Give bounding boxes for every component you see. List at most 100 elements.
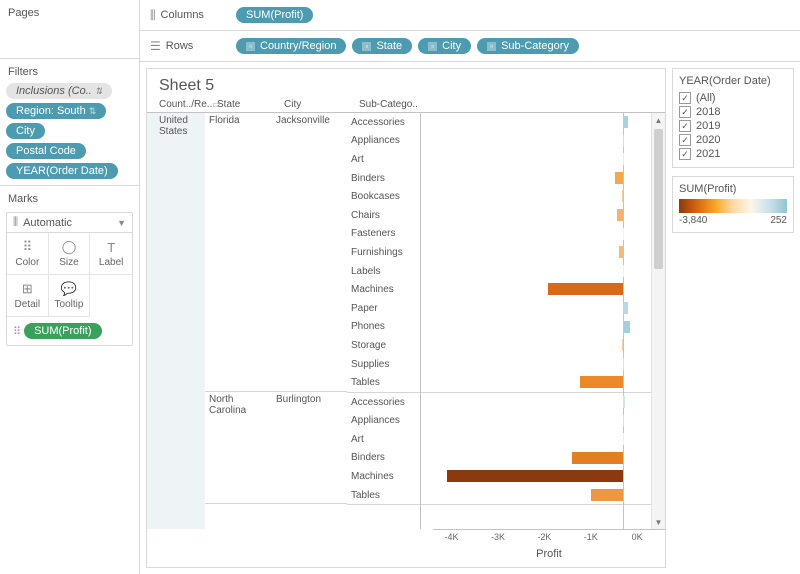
bar[interactable]: [615, 172, 624, 184]
year-checkbox-item[interactable]: ✓(All): [679, 91, 787, 105]
bar-row[interactable]: [421, 225, 651, 244]
subcat-label[interactable]: Chairs: [347, 206, 420, 225]
year-checkbox-item[interactable]: ✓2020: [679, 133, 787, 147]
checkbox-icon[interactable]: ✓: [679, 92, 691, 104]
bar-row[interactable]: [421, 150, 651, 169]
bar[interactable]: [622, 190, 623, 202]
bar-row[interactable]: [421, 412, 651, 431]
bar-row[interactable]: [421, 280, 651, 299]
subcat-label[interactable]: Phones: [347, 318, 420, 337]
subcat-label[interactable]: Accessories: [347, 393, 420, 412]
bar[interactable]: [623, 396, 624, 408]
bar-row[interactable]: [421, 486, 651, 505]
bar-row[interactable]: [421, 393, 651, 412]
scroll-thumb[interactable]: [654, 129, 663, 269]
subcat-label[interactable]: Machines: [347, 467, 420, 486]
bar-row[interactable]: [421, 113, 651, 132]
city-label[interactable]: Jacksonville: [272, 113, 347, 392]
scroll-down-icon[interactable]: ▼: [652, 515, 665, 529]
filter-pill[interactable]: Inclusions (Co..⇅: [6, 83, 112, 99]
bar[interactable]: [572, 452, 624, 464]
filter-pill[interactable]: Postal Code: [6, 143, 86, 159]
subcat-label[interactable]: Bookcases: [347, 187, 420, 206]
bar-row[interactable]: [421, 262, 651, 281]
bar-row[interactable]: [421, 132, 651, 151]
subcat-label[interactable]: Storage: [347, 336, 420, 355]
bar-row[interactable]: [421, 373, 651, 392]
bar-row[interactable]: [421, 169, 651, 188]
bar[interactable]: [622, 339, 624, 351]
x-tick: -1K: [584, 532, 598, 542]
subcat-label[interactable]: Furnishings: [347, 243, 420, 262]
row-pill[interactable]: ▫City: [418, 38, 471, 54]
row-pill[interactable]: ▫State: [352, 38, 412, 54]
row-pill[interactable]: ▫Sub-Category: [477, 38, 579, 54]
mark-detail[interactable]: ⊞Detail: [7, 275, 49, 317]
sheet-title[interactable]: Sheet 5: [147, 69, 665, 99]
color-ramp[interactable]: [679, 199, 787, 213]
bar-row[interactable]: [421, 299, 651, 318]
subcat-label[interactable]: Binders: [347, 169, 420, 188]
header-subcat[interactable]: Sub-Catego..: [359, 99, 665, 110]
bar[interactable]: [617, 209, 624, 221]
bar-row[interactable]: [421, 430, 651, 449]
year-checkbox-item[interactable]: ✓2018: [679, 105, 787, 119]
subcat-label[interactable]: Tables: [347, 373, 420, 392]
subcat-label[interactable]: Fasteners: [347, 225, 420, 244]
columns-pill[interactable]: SUM(Profit): [236, 7, 313, 23]
header-state[interactable]: State: [217, 99, 284, 110]
subcat-label[interactable]: Supplies: [347, 355, 420, 374]
mark-color[interactable]: ⠿Color: [7, 233, 49, 275]
bar[interactable]: [548, 283, 624, 295]
header-city[interactable]: City: [284, 99, 359, 110]
mark-label[interactable]: TLabel: [90, 233, 132, 275]
vertical-scrollbar[interactable]: ▲ ▼: [651, 113, 665, 529]
subcat-label[interactable]: Labels: [347, 262, 420, 281]
bar-row[interactable]: [421, 206, 651, 225]
bar[interactable]: [591, 489, 623, 501]
scroll-up-icon[interactable]: ▲: [652, 113, 665, 127]
marks-type-dropdown[interactable]: ⫼Automatic ▼: [7, 213, 132, 233]
subcat-label[interactable]: Accessories: [347, 113, 420, 132]
mark-size[interactable]: ◯Size: [49, 233, 91, 275]
year-checkbox-item[interactable]: ✓2019: [679, 119, 787, 133]
bar[interactable]: [580, 376, 624, 388]
mark-tooltip[interactable]: 💬Tooltip: [49, 275, 91, 317]
bar-row[interactable]: [421, 187, 651, 206]
bar[interactable]: [623, 321, 629, 333]
subcat-label[interactable]: Machines: [347, 280, 420, 299]
country-label[interactable]: United States: [147, 113, 205, 529]
bar-row[interactable]: [421, 243, 651, 262]
subcat-label[interactable]: Art: [347, 150, 420, 169]
subcat-label[interactable]: Art: [347, 430, 420, 449]
row-pill[interactable]: ▫Country/Region: [236, 38, 346, 54]
state-label[interactable]: North Carolina: [205, 392, 272, 504]
filter-pill[interactable]: City: [6, 123, 45, 139]
header-country[interactable]: Count../Re..▭: [159, 99, 217, 110]
bar-row[interactable]: [421, 449, 651, 468]
bar-row[interactable]: [421, 336, 651, 355]
subcat-label[interactable]: Binders: [347, 449, 420, 468]
bar-row[interactable]: [421, 355, 651, 374]
subcat-label[interactable]: Appliances: [347, 132, 420, 151]
filter-pill[interactable]: Region: South⇅: [6, 103, 106, 119]
subcat-label[interactable]: Paper: [347, 299, 420, 318]
bar-row[interactable]: [421, 318, 651, 337]
bar-row[interactable]: [421, 467, 651, 486]
bar[interactable]: [619, 246, 624, 258]
x-tick: -2K: [537, 532, 551, 542]
checkbox-icon[interactable]: ✓: [679, 134, 691, 146]
bar[interactable]: [447, 470, 624, 482]
checkbox-icon[interactable]: ✓: [679, 120, 691, 132]
year-checkbox-item[interactable]: ✓2021: [679, 147, 787, 161]
checkbox-icon[interactable]: ✓: [679, 106, 691, 118]
city-label[interactable]: Burlington: [272, 392, 347, 504]
subcat-label[interactable]: Tables: [347, 486, 420, 505]
subcat-label[interactable]: Appliances: [347, 412, 420, 431]
checkbox-icon[interactable]: ✓: [679, 148, 691, 160]
marks-color-pill[interactable]: SUM(Profit): [24, 323, 101, 339]
bar[interactable]: [623, 116, 628, 128]
filter-pill[interactable]: YEAR(Order Date): [6, 163, 118, 179]
bar[interactable]: [623, 302, 627, 314]
state-label[interactable]: Florida: [205, 113, 272, 392]
